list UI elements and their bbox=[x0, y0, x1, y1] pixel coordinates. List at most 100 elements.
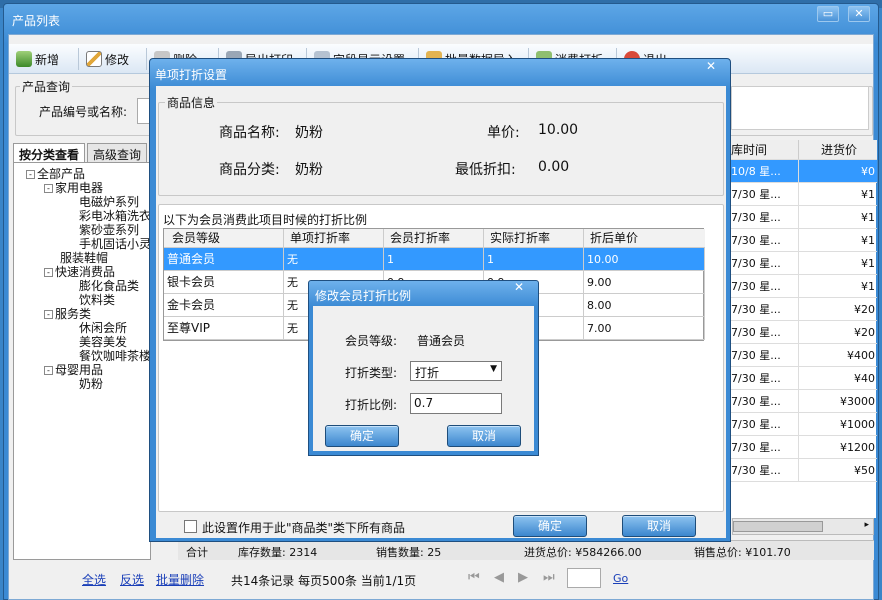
header-final-price[interactable]: 折后单价 bbox=[584, 229, 705, 248]
grid-cell-cost[interactable]: ¥3000 bbox=[799, 390, 877, 413]
grid-cell-cost[interactable]: ¥40 bbox=[799, 367, 877, 390]
close-button[interactable]: ✕ bbox=[848, 6, 870, 22]
summary-sales: 销售数量: 25 bbox=[376, 546, 442, 559]
restore-button[interactable]: ▭ bbox=[817, 6, 839, 22]
collapse-icon[interactable]: - bbox=[26, 170, 35, 179]
tree-node-fmcg[interactable]: - 快速消费品 bbox=[44, 266, 115, 279]
subdialog-ok-button[interactable]: 确定 bbox=[325, 425, 399, 447]
grid-cell-time[interactable]: 7/30 星... bbox=[725, 390, 799, 413]
grid-cell-cost[interactable]: ¥20 bbox=[799, 298, 877, 321]
scroll-right-icon[interactable]: ▸ bbox=[864, 520, 869, 530]
add-label: 新增 bbox=[35, 52, 60, 67]
collapse-icon[interactable]: - bbox=[44, 366, 53, 375]
chevron-down-icon: ▼ bbox=[490, 364, 497, 374]
grid-cell-time[interactable]: 7/30 星... bbox=[725, 344, 799, 367]
grid-cell-cost[interactable]: ¥1 bbox=[799, 206, 877, 229]
grid-cell-cost[interactable]: ¥1 bbox=[799, 183, 877, 206]
grid-cell-time[interactable]: 7/30 星... bbox=[725, 436, 799, 459]
grid-cell-time[interactable]: 7/30 星... bbox=[725, 413, 799, 436]
grid-cell-time[interactable]: 7/30 星... bbox=[725, 229, 799, 252]
tree-node-beauty[interactable]: 美容美发 bbox=[79, 336, 127, 349]
collapse-icon[interactable]: - bbox=[44, 310, 53, 319]
collapse-icon[interactable]: - bbox=[44, 268, 53, 277]
category-value: 奶粉 bbox=[295, 162, 323, 178]
discount-ratio-input[interactable]: 0.7 bbox=[410, 393, 502, 414]
collapse-icon[interactable]: - bbox=[44, 184, 53, 193]
min-discount-value: 0.00 bbox=[538, 159, 570, 175]
tab-advanced-query[interactable]: 高级查询 bbox=[87, 143, 148, 163]
tree-node-tv-fridge[interactable]: 彩电冰箱洗衣 bbox=[79, 210, 150, 223]
pager-info: 共14条记录 每页500条 当前1/1页 bbox=[231, 574, 417, 588]
next-page-icon[interactable]: ▶ bbox=[518, 570, 528, 585]
batch-delete-link[interactable]: 批量删除 bbox=[156, 571, 204, 588]
scrollbar-thumb[interactable] bbox=[733, 521, 823, 532]
tree-node-snacks[interactable]: 膨化食品类 bbox=[79, 280, 139, 293]
grid-header-cost[interactable]: 进货价 bbox=[799, 140, 877, 160]
tree-node-milk-powder[interactable]: 奶粉 bbox=[79, 378, 103, 391]
last-page-icon[interactable]: ⏭ bbox=[543, 570, 555, 585]
tree-node-clay-pot[interactable]: 紫砂壶系列 bbox=[79, 224, 139, 237]
table-cell: 无 bbox=[284, 248, 384, 271]
add-database-icon bbox=[16, 51, 32, 67]
tree-node-services[interactable]: - 服务类 bbox=[44, 308, 91, 321]
grid-cell-cost[interactable]: ¥1 bbox=[799, 252, 877, 275]
go-link[interactable]: Go bbox=[613, 572, 628, 585]
apply-category-checkbox[interactable] bbox=[184, 520, 197, 533]
table-row[interactable]: 普通会员无 1 1 10.00 bbox=[164, 248, 705, 271]
grid-cell-cost[interactable]: ¥1 bbox=[799, 275, 877, 298]
grid-cell-cost[interactable]: ¥0 bbox=[799, 160, 877, 183]
invert-selection-link[interactable]: 反选 bbox=[120, 571, 144, 588]
grid-cell-time[interactable]: 7/30 星... bbox=[725, 206, 799, 229]
grid-cell-time[interactable]: 7/30 星... bbox=[725, 183, 799, 206]
subdialog-cancel-button[interactable]: 取消 bbox=[447, 425, 521, 447]
summary-label: 合计 bbox=[186, 546, 208, 559]
tab-by-category[interactable]: 按分类查看 bbox=[13, 143, 86, 163]
discount-ratio-label: 打折比例: bbox=[345, 398, 398, 412]
tree-node-apparel[interactable]: 服装鞋帽 bbox=[60, 252, 108, 265]
prev-page-icon[interactable]: ◀ bbox=[494, 570, 504, 585]
grid-cell-time[interactable]: 7/30 星... bbox=[725, 298, 799, 321]
subdialog-close-icon[interactable]: ✕ bbox=[514, 280, 524, 294]
grid-cell-cost[interactable]: ¥1000 bbox=[799, 413, 877, 436]
dialog-ok-button[interactable]: 确定 bbox=[513, 515, 587, 537]
tree-node-leisure[interactable]: 休闲会所 bbox=[79, 322, 127, 335]
add-button[interactable]: 新增 bbox=[16, 48, 59, 70]
header-item-discount[interactable]: 单项打折率 bbox=[284, 229, 384, 248]
table-cell: 9.00 bbox=[584, 271, 705, 294]
tree-node-cafe[interactable]: 餐饮咖啡茶楼 bbox=[79, 350, 150, 363]
tree-node-all-products[interactable]: - 全部产品 bbox=[26, 168, 85, 181]
grid-cell-cost[interactable]: ¥1200 bbox=[799, 436, 877, 459]
grid-header-time[interactable]: 库时间 bbox=[725, 140, 799, 160]
grid-cell-time[interactable]: 7/30 星... bbox=[725, 367, 799, 390]
select-all-link[interactable]: 全选 bbox=[82, 571, 106, 588]
discount-type-value: 打折 bbox=[415, 366, 440, 380]
grid-cell-cost[interactable]: ¥50 bbox=[799, 459, 877, 482]
grid-cell-time[interactable]: 7/30 星... bbox=[725, 252, 799, 275]
grid-cell-time[interactable]: 7/30 星... bbox=[725, 275, 799, 298]
header-actual-discount[interactable]: 实际打折率 bbox=[484, 229, 584, 248]
dialog-cancel-button[interactable]: 取消 bbox=[622, 515, 696, 537]
tree-node-appliances[interactable]: - 家用电器 bbox=[44, 182, 103, 195]
edit-button[interactable]: 修改 bbox=[86, 48, 129, 70]
grid-cell-cost[interactable]: ¥1 bbox=[799, 229, 877, 252]
tree-node-phones[interactable]: 手机固话小灵 bbox=[79, 238, 150, 251]
header-member-level[interactable]: 会员等级 bbox=[164, 229, 284, 248]
grid-cell-cost[interactable]: ¥400 bbox=[799, 344, 877, 367]
discount-type-select[interactable]: 打折 ▼ bbox=[410, 361, 502, 381]
horizontal-scrollbar[interactable]: ▸ bbox=[732, 518, 874, 535]
grid-cell-time[interactable]: 10/8 星... bbox=[725, 160, 799, 183]
product-info-legend: 商品信息 bbox=[165, 94, 218, 111]
tree-node-baby[interactable]: - 母婴用品 bbox=[44, 364, 103, 377]
table-cell: 银卡会员 bbox=[164, 271, 284, 294]
grid-cell-time[interactable]: 7/30 星... bbox=[725, 321, 799, 344]
tree-node-drinks[interactable]: 饮料类 bbox=[79, 294, 115, 307]
dialog-close-icon[interactable]: ✕ bbox=[706, 59, 716, 73]
member-level-label: 会员等级: bbox=[345, 334, 398, 348]
grid-cell-time[interactable]: 7/30 星... bbox=[725, 459, 799, 482]
first-page-icon[interactable]: ⏮ bbox=[468, 570, 480, 585]
grid-cell-cost[interactable]: ¥20 bbox=[799, 321, 877, 344]
header-member-discount[interactable]: 会员打折率 bbox=[384, 229, 484, 248]
product-query-legend: 产品查询 bbox=[20, 78, 73, 95]
tree-node-induction[interactable]: 电磁炉系列 bbox=[79, 196, 139, 209]
page-input[interactable] bbox=[567, 568, 601, 588]
